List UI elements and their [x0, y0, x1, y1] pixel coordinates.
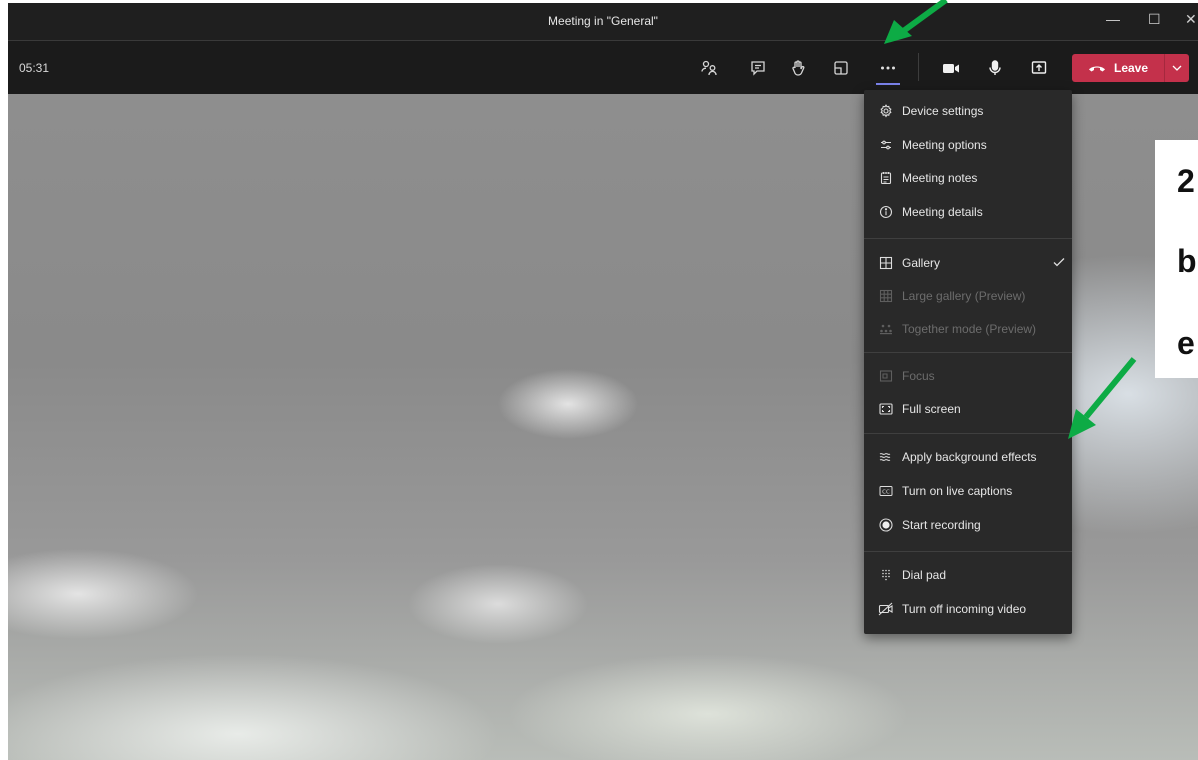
menu-item-dial-pad[interactable]: Dial pad: [864, 560, 1072, 590]
focus-icon: [878, 368, 894, 384]
svg-text:CC: CC: [882, 489, 890, 495]
share-icon: [1031, 61, 1047, 74]
checkmark-icon: [1053, 258, 1065, 267]
callout-text-line-3: e: [1177, 325, 1195, 361]
microphone-icon: [989, 60, 1001, 75]
leave-label: Leave: [1113, 61, 1149, 75]
share-content-button[interactable]: [1024, 54, 1054, 82]
dialpad-icon: [878, 567, 894, 583]
gallery-icon: [878, 255, 894, 271]
breakout-rooms-button[interactable]: [826, 54, 856, 82]
menu-separator: [864, 433, 1072, 434]
leave-options-dropdown[interactable]: [1165, 54, 1189, 82]
close-window-button[interactable]: ✕: [1185, 11, 1197, 28]
menu-separator: [864, 352, 1072, 353]
background-effects-icon: [878, 449, 894, 465]
camera-toggle-button[interactable]: [936, 54, 966, 82]
minimize-button[interactable]: —: [1106, 11, 1120, 27]
menu-item-apply-background-effects[interactable]: Apply background effects: [864, 442, 1072, 472]
captions-icon: CC: [878, 483, 894, 499]
together-mode-icon: [878, 321, 894, 337]
menu-item-turn-off-incoming-video[interactable]: Turn off incoming video: [864, 594, 1072, 624]
rooms-icon: [834, 61, 848, 75]
menu-separator: [864, 551, 1072, 552]
raise-hand-icon: [792, 60, 805, 76]
menu-item-large-gallery: Large gallery (Preview): [864, 281, 1072, 311]
menu-item-full-screen[interactable]: Full screen: [864, 394, 1072, 424]
show-conversation-button[interactable]: [743, 54, 773, 82]
menu-separator: [864, 238, 1072, 239]
notes-icon: [878, 170, 894, 186]
window-title: Meeting in "General": [548, 14, 658, 28]
toolbar-divider: [918, 53, 919, 81]
show-participants-button[interactable]: [694, 54, 724, 82]
camera-icon: [943, 64, 959, 73]
people-icon: [701, 60, 717, 76]
callout-text-line-2: b: [1177, 243, 1197, 279]
chat-icon: [751, 61, 765, 76]
more-actions-icon: [881, 66, 895, 70]
menu-item-meeting-options[interactable]: Meeting options: [864, 130, 1072, 160]
menu-item-together-mode: Together mode (Preview): [864, 314, 1072, 344]
more-actions-menu: Device settings Meeting options Meeting …: [864, 90, 1072, 634]
more-actions-button[interactable]: [873, 54, 903, 82]
leave-meeting-control: Leave: [1072, 54, 1189, 82]
menu-item-gallery[interactable]: Gallery: [864, 248, 1072, 278]
title-bar: Meeting in "General" — ☐ ✕: [8, 3, 1198, 40]
more-actions-active-indicator: [876, 83, 900, 85]
gear-icon: [878, 103, 894, 119]
menu-item-meeting-details[interactable]: Meeting details: [864, 197, 1072, 227]
tutorial-callout-box: 2 b e: [1155, 140, 1198, 378]
maximize-button[interactable]: ☐: [1148, 11, 1161, 28]
menu-item-start-recording[interactable]: Start recording: [864, 510, 1072, 540]
raise-hand-button[interactable]: [783, 54, 813, 82]
callout-text-line-1: 2: [1177, 163, 1195, 199]
chevron-down-icon: [1172, 65, 1182, 71]
fullscreen-icon: [878, 401, 894, 417]
menu-item-meeting-notes[interactable]: Meeting notes: [864, 163, 1072, 193]
leave-button[interactable]: Leave: [1072, 54, 1164, 82]
large-gallery-icon: [878, 288, 894, 304]
record-icon: [878, 517, 894, 533]
hang-up-icon: [1088, 66, 1105, 72]
tutorial-arrow-menu: [1068, 357, 1137, 439]
microphone-toggle-button[interactable]: [980, 54, 1010, 82]
meeting-timer: 05:31: [19, 61, 50, 75]
meeting-toolbar: 05:31 Leave: [8, 41, 1198, 94]
menu-item-live-captions[interactable]: CC Turn on live captions: [864, 476, 1072, 506]
sliders-icon: [878, 137, 894, 153]
video-off-icon: [878, 601, 894, 617]
tutorial-arrow-top: [884, 0, 948, 44]
menu-item-device-settings[interactable]: Device settings: [864, 96, 1072, 126]
menu-item-focus: Focus: [864, 361, 1072, 391]
info-icon: [878, 204, 894, 220]
